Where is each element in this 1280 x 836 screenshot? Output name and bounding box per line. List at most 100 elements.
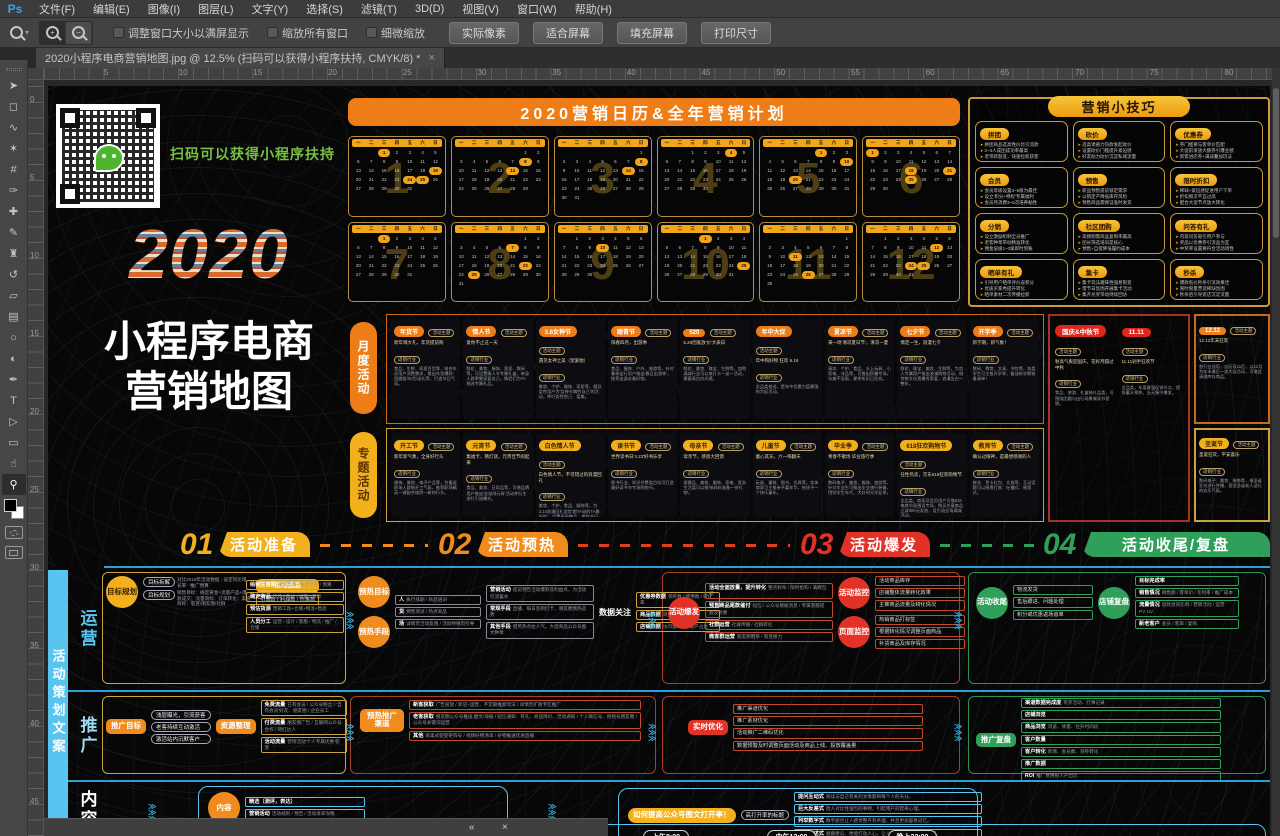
- event-label: 开工节: [394, 440, 424, 451]
- event-card: 520 活动主题 5.20因爱放'价'大表白 适销行业 鲜花、美妆、珠宝、生鲜等…: [680, 319, 749, 419]
- tool-button[interactable]: ✚: [2, 201, 26, 222]
- mindmap-node: 新老客户会员 / 客单 / 复购: [1135, 619, 1239, 629]
- calendar-month: 一二三四五六日412345678910111213141516171819202…: [657, 136, 755, 217]
- mindmap-node: 主推商品流量及转化情况: [875, 600, 965, 610]
- menu-item[interactable]: 文件(F): [30, 0, 84, 18]
- theme-tag: 活动主题: [428, 329, 454, 337]
- tool-button[interactable]: ▱: [2, 285, 26, 306]
- scrollbar-thumb[interactable]: [1273, 88, 1279, 238]
- event-card: 年货节 活动主题 跨年嗨大礼，年货提前购 适销行业 食品、生鲜、家居百货等，结合…: [391, 319, 460, 419]
- menu-item[interactable]: 编辑(E): [84, 0, 139, 18]
- mindmap-circle: 店铺复盘: [1098, 587, 1130, 619]
- tip-line: 配合大促节点放大转化: [1175, 200, 1258, 206]
- tool-button[interactable]: ○: [2, 327, 26, 348]
- event-label: 元宵节: [466, 440, 496, 451]
- checkbox-icon[interactable]: [267, 27, 278, 38]
- mindmap-node: 新客获取广告投放 / 新店+运营，不定期推新玩法 / 详情页扩散专区推广: [409, 700, 641, 710]
- options-button[interactable]: 打印尺寸: [701, 22, 771, 44]
- event-industry: 保健品、美妆、服饰、家电、家务生活类可以推'给妈妈准备一份礼物'。: [683, 480, 746, 496]
- tool-button[interactable]: ◻: [2, 96, 26, 117]
- menu-item[interactable]: 图像(I): [139, 0, 189, 18]
- channel-list: 新客获取广告投放 / 新店+运营，不定期推新玩法 / 详情页扩散专区推广老客获取…: [409, 700, 641, 741]
- menu-item[interactable]: 图层(L): [189, 0, 242, 18]
- tool-button[interactable]: ◐: [2, 348, 26, 369]
- menu-item[interactable]: 窗口(W): [508, 0, 566, 18]
- mindmap-node: 活动商品库存: [875, 576, 965, 586]
- send-time-pill: 上午8:00: [643, 830, 689, 836]
- tool-button[interactable]: ⚲: [2, 474, 26, 495]
- calendar-month: 一二三四五六日111234567891011121314151617181920…: [759, 222, 857, 303]
- options-button[interactable]: 实际像素: [449, 22, 519, 44]
- plan-band-label: 活动策划文案: [48, 570, 68, 836]
- mindmap-node: 巨大反差式放入对比性强烈的事物，引起用户的猎奇心理。: [794, 804, 982, 814]
- mindmap-node: 如何提高公众号图文打开率！: [628, 808, 736, 823]
- mindmap-node: 根据转化情况调整页面商品: [875, 627, 965, 637]
- menu-item[interactable]: 滤镜(T): [352, 0, 406, 18]
- document-tab[interactable]: 2020小程序电商营销地图.jpg @ 12.5% (扫码可以获得小程序扶持, …: [36, 48, 445, 68]
- tip-line: 晒单素材二次传播拉新: [980, 292, 1063, 298]
- tool-button[interactable]: ✒: [2, 369, 26, 390]
- event-label: 教师节: [973, 440, 1003, 451]
- tool-button[interactable]: ➤: [2, 75, 26, 96]
- phase-3-label: 活动爆发: [838, 532, 930, 557]
- tip-line: 会员月消费3~5次培养黏性: [980, 200, 1063, 206]
- tool-button[interactable]: ✑: [2, 180, 26, 201]
- menu-item[interactable]: 选择(S): [297, 0, 352, 18]
- options-button[interactable]: 填充屏幕: [617, 22, 687, 44]
- menu-item[interactable]: 3D(D): [406, 0, 453, 18]
- mindmap-node: 积分或优惠返场追单: [1013, 610, 1093, 620]
- color-swatches[interactable]: [4, 499, 24, 519]
- mindmap-circle: 活动收尾: [976, 587, 1008, 619]
- industry-tag: 适销行业: [611, 470, 637, 478]
- checkbox-icon[interactable]: [366, 27, 377, 38]
- collapse-icon[interactable]: «: [469, 822, 475, 833]
- lane-arrow: ≫ ≫ ≫: [954, 724, 962, 742]
- zoom-in-button[interactable]: +: [40, 22, 66, 44]
- optimize-list: 推广渠道优化推广素材优化活动推广二维码优化数据预警及时调整页面活动及商品上线、投…: [733, 704, 923, 751]
- toolbar-tools: ➤◻∿✶#✑✚✎♜↺▱▤○◐✒T▷▭☝⚲: [2, 75, 26, 495]
- tool-button[interactable]: ▤: [2, 306, 26, 327]
- foreground-color-swatch[interactable]: [4, 499, 17, 512]
- option-checkbox[interactable]: 细微缩放: [366, 25, 425, 41]
- tool-button[interactable]: ♜: [2, 243, 26, 264]
- options-button[interactable]: 适合屏幕: [533, 22, 603, 44]
- close-icon[interactable]: ×: [428, 52, 434, 64]
- lane-promotion-title: 推广: [74, 694, 100, 778]
- close-icon[interactable]: ×: [502, 822, 508, 833]
- document-canvas[interactable]: 扫码可以获得小程序扶持 2020 小程序电商 营销地图 2020营销日历&全年营…: [48, 86, 1270, 836]
- screen-mode-button[interactable]: [5, 546, 23, 559]
- event-label: 年货节: [394, 326, 424, 337]
- tip-lines: 选高诱惑力热款发起砍价设置砍价门槛提升紧迫感好友助力砍价沉淀私域流量: [1078, 142, 1161, 160]
- menu-item[interactable]: 文字(Y): [243, 0, 298, 18]
- event-theme: 跨年嗨大礼，年货提前购: [394, 340, 457, 346]
- tool-button[interactable]: ✎: [2, 222, 26, 243]
- menu-item[interactable]: 帮助(H): [566, 0, 621, 18]
- tip-line: 佣金层级1~2级即时到账: [980, 246, 1063, 252]
- toolbar-grip[interactable]: [6, 68, 22, 71]
- mindmap-node: 目标完成率: [1135, 576, 1239, 586]
- mindmap-node: 数据关注: [599, 607, 631, 618]
- quick-mask-button[interactable]: [5, 526, 23, 539]
- tool-button[interactable]: ▷: [2, 411, 26, 432]
- tool-button[interactable]: ▭: [2, 432, 26, 453]
- tool-button[interactable]: #: [2, 159, 26, 180]
- option-checkbox[interactable]: 调整窗口大小以满屏显示: [113, 25, 249, 41]
- menu-item[interactable]: 视图(V): [453, 0, 508, 18]
- lane-arrow: ≫ ≫ ≫: [648, 612, 656, 630]
- tool-button[interactable]: ✶: [2, 138, 26, 159]
- tool-button[interactable]: ∿: [2, 117, 26, 138]
- zoom-out-button[interactable]: −: [66, 22, 92, 44]
- mindmap-node: 商品浏览浏览、体量、拉升时间段: [1021, 722, 1221, 732]
- mindmap-node: 其他手段借势热点拉人气，大促商品公众号图文种草: [486, 622, 594, 638]
- industry-tag: 适销行业: [1199, 468, 1225, 476]
- calendar-grid: 一二三四五六日112345678910111213141516171819202…: [348, 136, 960, 302]
- vertical-scrollbar[interactable]: [1272, 68, 1280, 836]
- checkbox-icon[interactable]: [113, 27, 124, 38]
- tool-button[interactable]: T: [2, 390, 26, 411]
- option-checkbox[interactable]: 缩放所有窗口: [267, 25, 348, 41]
- tool-button[interactable]: ☝: [2, 453, 26, 474]
- tool-button[interactable]: ↺: [2, 264, 26, 285]
- chevron-down-icon[interactable]: ▾: [25, 28, 29, 37]
- industry-tag: 适销行业: [900, 356, 926, 364]
- industry-tag: 适销行业: [466, 356, 492, 364]
